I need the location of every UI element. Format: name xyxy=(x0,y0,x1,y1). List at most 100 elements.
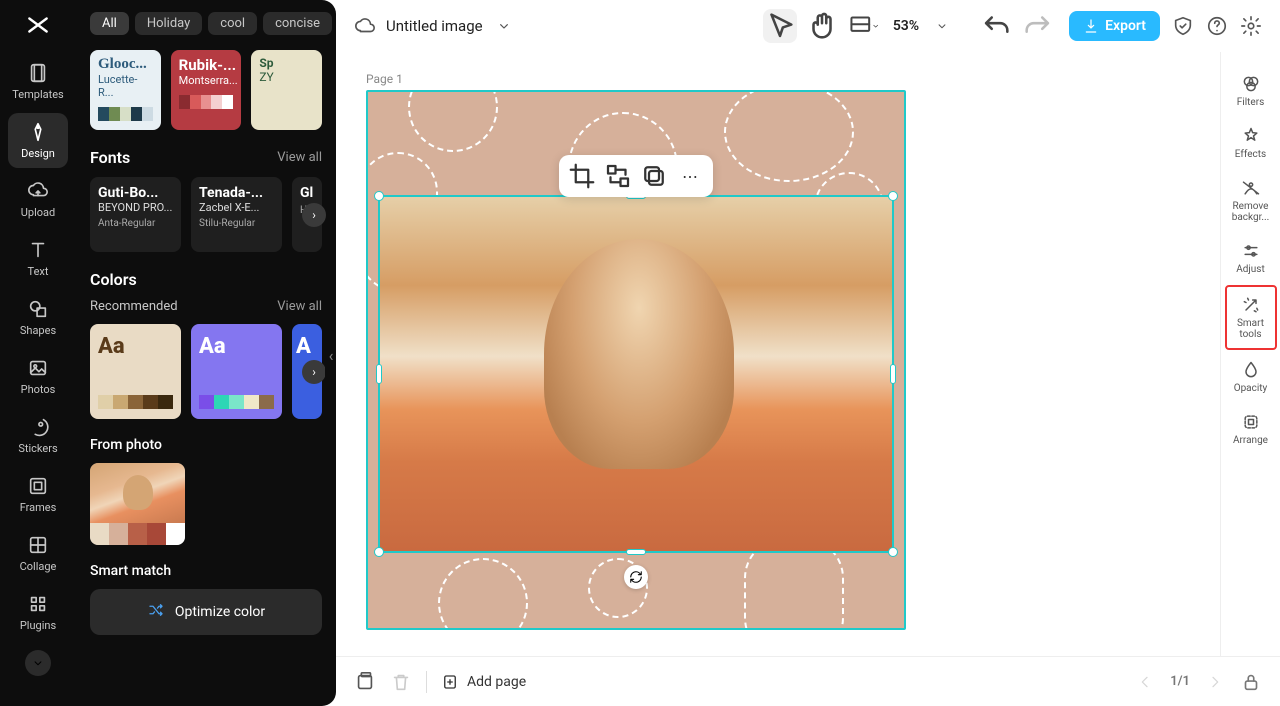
panel-collapse-handle[interactable]: ‹ xyxy=(325,330,336,380)
colors-view-all[interactable]: View all xyxy=(277,299,322,314)
fonts-scroll-right[interactable]: › xyxy=(302,203,326,227)
help-icon[interactable] xyxy=(1206,15,1228,37)
color-card-1[interactable]: Aa xyxy=(90,324,181,419)
nav-stickers-label: Stickers xyxy=(18,442,57,455)
page-label: Page 1 xyxy=(366,72,403,86)
filter-concise[interactable]: concise xyxy=(263,12,332,35)
selection-more[interactable]: ⋯ xyxy=(675,161,705,191)
nav-photos[interactable]: Photos xyxy=(8,349,68,404)
settings-icon[interactable] xyxy=(1240,15,1262,37)
nav-shapes[interactable]: Shapes xyxy=(8,290,68,345)
rr-remove-bg[interactable]: Remove backgr... xyxy=(1225,170,1277,231)
filter-cool[interactable]: cool xyxy=(208,12,257,35)
nav-stickers[interactable]: Stickers xyxy=(8,408,68,463)
undo-button[interactable] xyxy=(979,9,1013,43)
zoom-dropdown[interactable] xyxy=(931,15,953,37)
nav-templates[interactable]: Templates xyxy=(8,54,68,109)
add-page-button[interactable]: Add page xyxy=(441,673,526,691)
selected-image[interactable] xyxy=(378,195,894,553)
fonts-heading: Fonts xyxy=(90,148,130,167)
photo-thumb xyxy=(90,463,185,523)
prev-page[interactable] xyxy=(1134,671,1156,693)
font-card-1[interactable]: Guti-Bo...BEYOND PRO...Anta-Regular xyxy=(90,177,181,252)
nav-design[interactable]: Design xyxy=(8,113,68,168)
filter-holiday[interactable]: Holiday xyxy=(135,12,202,35)
nav-frames[interactable]: Frames xyxy=(8,467,68,522)
rr-effects-label: Effects xyxy=(1235,149,1266,160)
rr-adjust-label: Adjust xyxy=(1236,264,1265,275)
next-page[interactable] xyxy=(1204,671,1226,693)
smart-match-heading: Smart match xyxy=(90,563,322,579)
cloud-icon[interactable] xyxy=(354,15,376,37)
nav-frames-label: Frames xyxy=(20,501,57,514)
brand-card-2[interactable]: Rubik-...Montserra... xyxy=(171,50,242,130)
brand-card-1[interactable]: Glooc...Lucette-R... xyxy=(90,50,161,130)
delete-icon[interactable] xyxy=(390,671,412,693)
title-dropdown[interactable] xyxy=(493,15,515,37)
fonts-view-all[interactable]: View all xyxy=(277,150,322,165)
hand-tool[interactable] xyxy=(805,9,839,43)
nav-upload-label: Upload xyxy=(21,206,55,219)
nav-collage[interactable]: Collage xyxy=(8,526,68,581)
rr-arrange-label: Arrange xyxy=(1233,435,1268,446)
optimize-color-button[interactable]: Optimize color xyxy=(90,589,322,635)
nav-shapes-label: Shapes xyxy=(20,324,56,337)
nav-text-label: Text xyxy=(28,265,49,278)
rr-adjust[interactable]: Adjust xyxy=(1225,233,1277,283)
duplicate-button[interactable] xyxy=(639,161,669,191)
recommended-label: Recommended xyxy=(90,299,178,314)
rr-opacity-label: Opacity xyxy=(1234,383,1268,394)
rotate-handle[interactable] xyxy=(624,565,648,589)
colors-scroll-right[interactable]: › xyxy=(302,360,326,384)
nav-upload[interactable]: Upload xyxy=(8,172,68,227)
fonts-row: Guti-Bo...BEYOND PRO...Anta-Regular Tena… xyxy=(90,177,322,252)
cursor-tool[interactable] xyxy=(763,9,797,43)
shuffle-icon xyxy=(147,601,165,623)
right-rail: Filters Effects Remove backgr... Adjust … xyxy=(1220,52,1280,656)
rr-opacity[interactable]: Opacity xyxy=(1225,352,1277,402)
export-button[interactable]: Export xyxy=(1069,11,1160,41)
rr-filters-label: Filters xyxy=(1237,97,1265,108)
artboard-tool[interactable] xyxy=(847,9,881,43)
export-label: Export xyxy=(1105,18,1146,34)
canvas[interactable]: ⋯ xyxy=(366,90,906,630)
colors-heading: Colors xyxy=(90,270,137,289)
color-card-2[interactable]: Aa xyxy=(191,324,282,419)
app-logo[interactable] xyxy=(16,10,61,40)
filter-all[interactable]: All xyxy=(90,12,129,35)
from-photo-card[interactable] xyxy=(90,463,185,545)
crop-button[interactable] xyxy=(567,161,597,191)
rr-arrange[interactable]: Arrange xyxy=(1225,404,1277,454)
rr-smart-tools[interactable]: Smart tools xyxy=(1225,285,1277,350)
nav-collage-label: Collage xyxy=(20,560,57,573)
from-photo-heading: From photo xyxy=(90,437,322,453)
doc-title[interactable]: Untitled image xyxy=(386,17,483,35)
bottombar: Add page 1/1 xyxy=(336,656,1280,706)
brand-card-3[interactable]: SpZY xyxy=(251,50,322,130)
nav-photos-label: Photos xyxy=(21,383,56,396)
nav-design-label: Design xyxy=(21,147,55,160)
rr-smart-tools-label: Smart tools xyxy=(1227,318,1275,340)
nav-plugins-label: Plugins xyxy=(20,619,56,632)
shield-icon[interactable] xyxy=(1172,15,1194,37)
topbar: Untitled image 53% Export xyxy=(336,0,1280,52)
layers-icon[interactable] xyxy=(354,671,376,693)
rr-remove-bg-label: Remove backgr... xyxy=(1225,201,1277,223)
zoom-level[interactable]: 53% xyxy=(889,18,923,34)
page-counter: 1/1 xyxy=(1170,674,1190,689)
selection-toolbar: ⋯ xyxy=(559,155,713,197)
rr-effects[interactable]: Effects xyxy=(1225,118,1277,168)
rr-filters[interactable]: Filters xyxy=(1225,66,1277,116)
replace-button[interactable] xyxy=(603,161,633,191)
lock-icon[interactable] xyxy=(1240,671,1262,693)
font-card-2[interactable]: Tenada-...Zacbel X-E...Stilu-Regular xyxy=(191,177,282,252)
nav-templates-label: Templates xyxy=(12,88,63,101)
nav-text[interactable]: Text xyxy=(8,231,68,286)
add-page-label: Add page xyxy=(467,674,526,690)
optimize-label: Optimize color xyxy=(175,604,265,620)
nav-more[interactable] xyxy=(25,650,51,676)
filter-row: All Holiday cool concise xyxy=(90,10,322,36)
brand-kit-row: Glooc...Lucette-R... Rubik-...Montserra.… xyxy=(90,50,322,130)
redo-button[interactable] xyxy=(1021,9,1055,43)
nav-plugins[interactable]: Plugins xyxy=(8,585,68,640)
